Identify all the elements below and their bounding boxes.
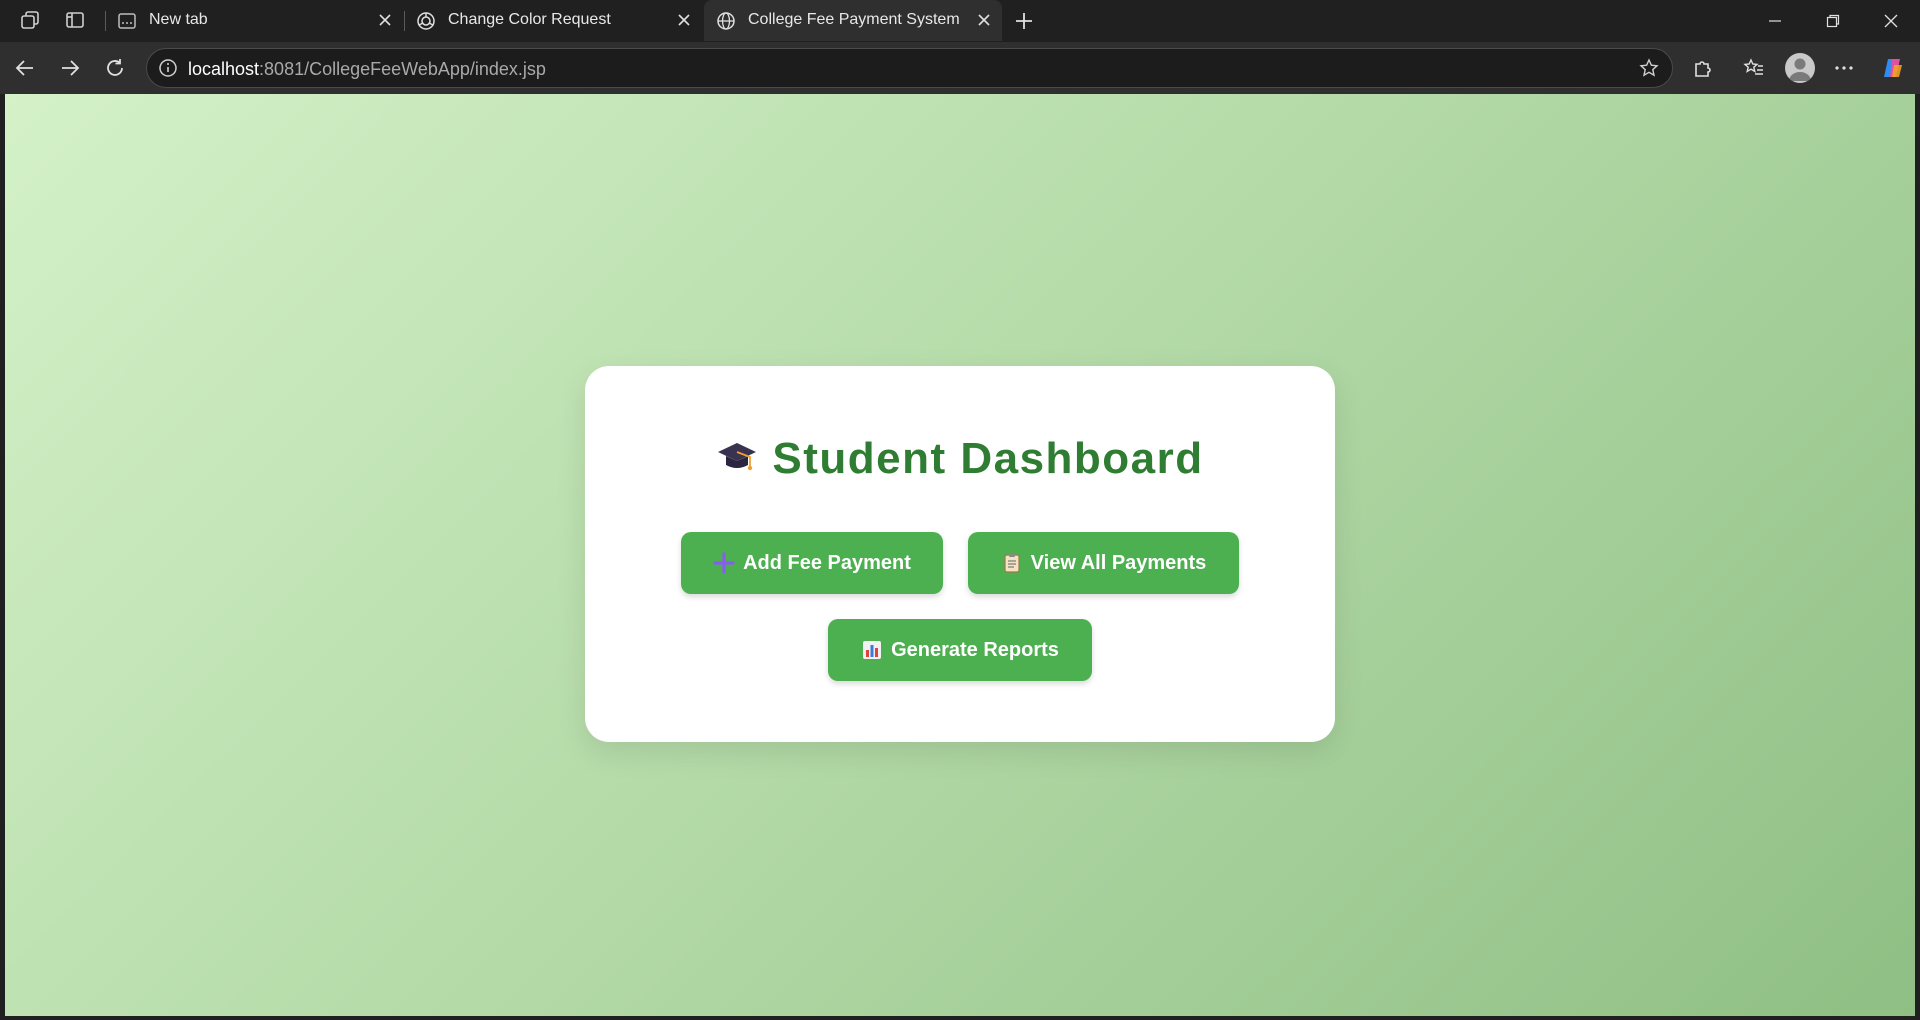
- favorites-list-icon[interactable]: [1740, 54, 1768, 82]
- copilot-icon[interactable]: [1879, 54, 1907, 82]
- tab-title: College Fee Payment System: [748, 11, 960, 28]
- refresh-icon[interactable]: [101, 54, 129, 82]
- url-text[interactable]: localhost:8081/CollegeFeeWebApp/index.js…: [188, 59, 546, 80]
- add-fee-payment-label: Add Fee Payment: [743, 551, 911, 574]
- new-tab-plus-icon[interactable]: [1012, 9, 1036, 33]
- page-viewport: Student Dashboard Add Fee Payment View A…: [5, 94, 1915, 1016]
- close-icon[interactable]: [974, 10, 994, 30]
- plus-icon: [713, 552, 735, 574]
- generate-reports-label: Generate Reports: [891, 638, 1059, 661]
- tab-title: New tab: [149, 11, 208, 28]
- url-host: localhost: [188, 59, 260, 79]
- tab-college-fee-payment-system[interactable]: College Fee Payment System: [704, 0, 1002, 41]
- tab-change-color-request[interactable]: Change Color Request: [404, 0, 702, 41]
- close-icon[interactable]: [674, 10, 694, 30]
- graduation-cap-icon: [716, 437, 758, 488]
- back-arrow-icon[interactable]: [11, 54, 39, 82]
- address-bar[interactable]: localhost:8081/CollegeFeeWebApp/index.js…: [146, 48, 1673, 88]
- view-all-payments-button[interactable]: View All Payments: [968, 532, 1239, 594]
- url-path: :8081/CollegeFeeWebApp/index.jsp: [259, 59, 546, 79]
- tab-new-tab[interactable]: New tab: [105, 0, 403, 41]
- tab-title: Change Color Request: [448, 11, 611, 28]
- page-title: Student Dashboard: [585, 434, 1335, 488]
- view-all-payments-label: View All Payments: [1030, 551, 1207, 574]
- close-icon[interactable]: [375, 10, 395, 30]
- workspaces-icon[interactable]: [18, 8, 42, 32]
- favorite-star-icon[interactable]: [1638, 57, 1660, 79]
- window-close-icon[interactable]: [1863, 0, 1919, 42]
- globe-icon: [716, 11, 736, 31]
- bar-chart-icon: [861, 639, 883, 661]
- clipboard-icon: [1001, 552, 1023, 574]
- page-title-text: Student Dashboard: [772, 434, 1204, 483]
- site-info-icon[interactable]: [157, 57, 179, 79]
- more-options-icon[interactable]: [1830, 54, 1858, 82]
- generate-reports-button[interactable]: Generate Reports: [828, 619, 1092, 681]
- new-tab-page-icon: [117, 11, 137, 31]
- dashboard-card: Student Dashboard Add Fee Payment View A…: [585, 366, 1335, 742]
- extensions-puzzle-icon[interactable]: [1689, 54, 1717, 82]
- tab-strip: New tab Change Color Request College Fee…: [0, 0, 1920, 42]
- add-fee-payment-button[interactable]: Add Fee Payment: [681, 532, 943, 594]
- minimize-icon[interactable]: [1747, 0, 1803, 42]
- vertical-tabs-icon[interactable]: [63, 8, 87, 32]
- browser-toolbar: localhost:8081/CollegeFeeWebApp/index.js…: [0, 42, 1920, 94]
- openai-icon: [416, 11, 436, 31]
- profile-avatar[interactable]: [1785, 53, 1815, 83]
- restore-icon[interactable]: [1805, 0, 1861, 42]
- forward-arrow-icon[interactable]: [56, 54, 84, 82]
